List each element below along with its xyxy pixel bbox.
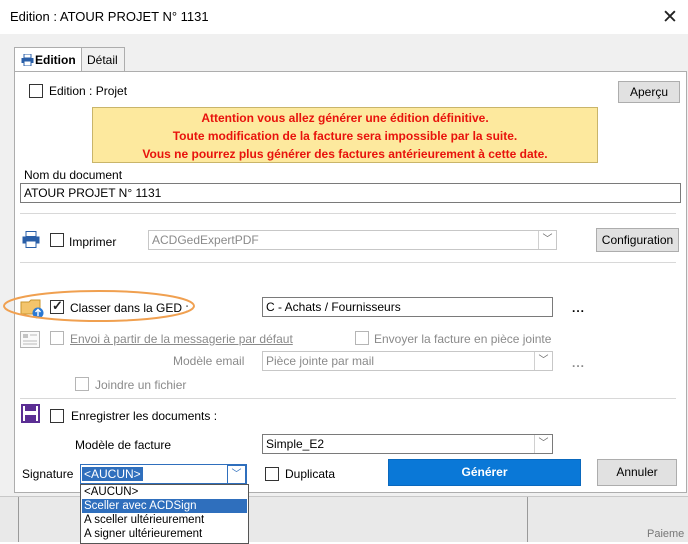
invoice-model-label: Modèle de facture [75, 438, 172, 452]
duplicata-label: Duplicata [285, 467, 336, 481]
chevron-down-icon[interactable]: ﹀ [538, 231, 556, 249]
join-file-label: Joindre un fichier [95, 378, 187, 392]
edition-projet-checkbox[interactable] [29, 84, 43, 98]
background-divider [18, 495, 19, 542]
printer-select[interactable]: ACDGedExpertPDF ﹀ [148, 230, 557, 250]
printer-icon [21, 54, 34, 66]
title-bar: Edition : ATOUR PROJET N° 1131 ✕ [0, 0, 688, 34]
save-icon [21, 404, 40, 423]
email-browse-button[interactable]: ... [572, 356, 585, 370]
email-model-value: Pièce jointe par mail [266, 354, 375, 368]
dropdown-option[interactable]: A sceller ultérieurement [82, 513, 247, 527]
chevron-down-icon[interactable]: ﹀ [227, 465, 246, 483]
save-documents-label: Enregistrer les documents : [71, 409, 218, 423]
edition-projet-label: Edition : Projet [49, 84, 128, 98]
chevron-down-icon[interactable]: ﹀ [534, 352, 552, 370]
tab-detail-label: Détail [87, 53, 118, 67]
email-model-select[interactable]: Pièce jointe par mail ﹀ [262, 351, 553, 371]
save-documents-checkbox[interactable] [50, 409, 64, 423]
print-checkbox[interactable] [50, 233, 64, 247]
background-text: Paieme [647, 528, 685, 540]
highlight-ellipse [3, 290, 195, 322]
apercu-button[interactable]: Aperçu [618, 81, 680, 103]
invoice-model-select[interactable]: Simple_E2 ﹀ [262, 434, 553, 454]
email-checkbox[interactable] [50, 331, 64, 345]
warning-line-1: Attention vous allez générer une édition… [201, 111, 489, 125]
warning-line-2: Toute modification de la facture sera im… [172, 129, 518, 143]
dropdown-option[interactable]: A signer ultérieurement [82, 527, 247, 541]
close-icon[interactable]: ✕ [662, 6, 678, 29]
signature-select[interactable]: <AUCUN> ﹀ [80, 464, 247, 484]
ged-folder-input[interactable]: C - Achats / Fournisseurs [262, 297, 553, 317]
configuration-button[interactable]: Configuration [596, 228, 679, 252]
warning-box: Attention vous allez générer une édition… [92, 107, 598, 163]
generate-button[interactable]: Générer [388, 459, 581, 486]
print-label: Imprimer [69, 235, 117, 249]
email-list-icon [20, 331, 40, 348]
printer-value: ACDGedExpertPDF [152, 233, 259, 247]
dropdown-option[interactable]: <AUCUN> [82, 485, 247, 499]
attach-invoice-label: Envoyer la facture en pièce jointe [374, 332, 552, 346]
document-name-input[interactable]: ATOUR PROJET N° 1131 [20, 183, 681, 203]
separator [20, 262, 676, 263]
printer-icon [22, 231, 40, 248]
signature-label: Signature [22, 467, 74, 481]
tab-edition-label: Edition [35, 53, 76, 67]
tab-edition[interactable]: Edition [14, 47, 82, 73]
chevron-down-icon[interactable]: ﹀ [534, 435, 552, 453]
signature-dropdown-list: <AUCUN> Sceller avec ACDSign A sceller u… [80, 484, 249, 544]
signature-value: <AUCUN> [82, 467, 143, 481]
background-divider [527, 495, 528, 542]
duplicata-checkbox[interactable] [265, 467, 279, 481]
separator [20, 213, 676, 214]
tab-detail[interactable]: Détail [81, 47, 125, 72]
edition-dialog: Edition : ATOUR PROJET N° 1131 ✕ Edition… [0, 0, 688, 497]
separator [20, 398, 676, 399]
dropdown-option-selected[interactable]: Sceller avec ACDSign [82, 499, 247, 513]
join-file-checkbox[interactable] [75, 377, 89, 391]
warning-line-3: Vous ne pourrez plus générer des facture… [142, 147, 548, 161]
invoice-model-value: Simple_E2 [266, 437, 325, 451]
email-model-label: Modèle email [173, 354, 245, 368]
email-link[interactable]: Envoi à partir de la messagerie par défa… [70, 332, 293, 346]
cancel-button[interactable]: Annuler [597, 459, 677, 486]
window-title: Edition : ATOUR PROJET N° 1131 [10, 9, 209, 24]
ged-browse-button[interactable]: ... [572, 301, 585, 315]
document-name-label: Nom du document [24, 168, 123, 182]
attach-invoice-checkbox[interactable] [355, 331, 369, 345]
